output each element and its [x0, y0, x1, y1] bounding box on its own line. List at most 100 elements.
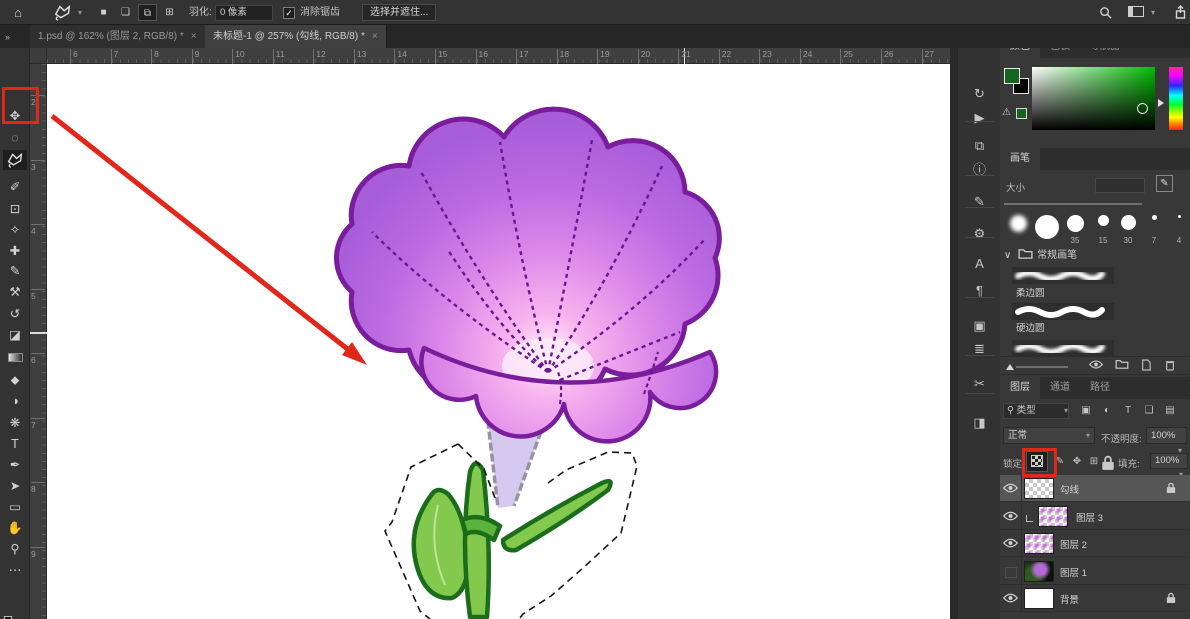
feather-input[interactable]: 0 像素 — [215, 5, 273, 21]
add-selection-button[interactable]: ❏ — [116, 4, 135, 21]
layer-row[interactable]: 勾线 — [1000, 475, 1190, 502]
gamut-warning-icon[interactable]: ⚠ — [1002, 107, 1011, 118]
brush-item[interactable]: 柔边圆 — [1016, 287, 1114, 301]
comments-panel-icon[interactable]: ◨ — [958, 412, 1001, 434]
close-tab-icon[interactable]: × — [191, 31, 197, 42]
tool-preset-caret-icon[interactable]: ▾ — [74, 0, 86, 25]
hand-tool[interactable]: ✋ — [3, 518, 27, 538]
lasso-tool[interactable] — [3, 150, 27, 170]
lock-all-button[interactable] — [1100, 455, 1116, 471]
ruler-origin-corner[interactable] — [30, 48, 47, 64]
eraser-tool[interactable]: ◪ — [3, 325, 27, 345]
subtract-selection-button[interactable]: ⧉ — [138, 4, 157, 21]
filter-shape-layers-icon[interactable]: ❏ — [1141, 403, 1157, 419]
search-icon[interactable] — [1095, 0, 1115, 25]
properties-panel-icon[interactable]: ≣ — [958, 338, 1001, 360]
adjustments-panel-icon[interactable]: ✂ — [958, 373, 1001, 395]
tab-layers[interactable]: 图层 — [1000, 377, 1040, 399]
layer-visibility-toggle[interactable] — [1000, 585, 1022, 612]
marquee-tool[interactable]: ◌ — [3, 128, 27, 148]
brush-preset[interactable] — [1034, 213, 1060, 245]
close-tab-icon[interactable]: × — [372, 31, 378, 42]
layer-thumbnail[interactable] — [1024, 533, 1054, 554]
brush-stroke-thumb[interactable] — [1012, 303, 1114, 320]
delete-brush-icon[interactable] — [1162, 359, 1178, 374]
brush-preset[interactable]: 35 — [1062, 213, 1088, 245]
healing-brush-tool[interactable]: ✚ — [3, 241, 27, 261]
live-tip-preview-icon[interactable] — [1088, 359, 1104, 374]
character-panel-icon[interactable]: A — [958, 253, 1001, 275]
libraries-panel-icon[interactable]: ▣ — [958, 315, 1001, 337]
smudge-tool[interactable]: ❋ — [3, 413, 27, 433]
hue-slider[interactable] — [1169, 67, 1183, 130]
more-tools[interactable]: ⋯ — [3, 560, 27, 580]
document-canvas[interactable] — [47, 64, 950, 619]
history-brush-tool[interactable]: ↺ — [3, 304, 27, 324]
select-and-mask-button[interactable]: 选择并遮住... — [362, 4, 436, 21]
layer-filter-dropdown[interactable]: ⚲ 类型▾ — [1003, 403, 1069, 419]
tab-brushes[interactable]: 画笔 — [1000, 148, 1040, 170]
clone-source-panel-icon[interactable]: ⧉ — [958, 135, 1001, 157]
brush-item[interactable]: 硬边圆 — [1016, 322, 1114, 336]
shape-tool[interactable]: ▭ — [3, 497, 27, 517]
vertical-ruler[interactable]: 23456789 — [30, 64, 47, 619]
blend-mode-dropdown[interactable]: 正常▾ — [1003, 427, 1095, 444]
brush-preset[interactable]: 7 — [1141, 213, 1167, 245]
new-selection-button[interactable]: ■ — [94, 4, 113, 21]
new-brush-icon[interactable] — [1138, 359, 1154, 374]
brush-folder-row[interactable]: ∨ 常规画笔 — [1004, 247, 1077, 264]
brush-preset[interactable]: 30 — [1115, 213, 1141, 245]
layer-thumbnail[interactable] — [1024, 478, 1054, 499]
layer-row[interactable]: 图层 3 — [1000, 503, 1190, 530]
saturation-field[interactable] — [1032, 67, 1155, 130]
brush-stroke-thumb[interactable] — [1012, 267, 1114, 284]
paragraph-panel-icon[interactable]: ¶ — [958, 280, 1001, 302]
opacity-dropdown[interactable]: 100%▾ — [1146, 427, 1187, 444]
dodge-tool[interactable]: ◑ — [3, 391, 27, 411]
brush-size-input[interactable] — [1095, 178, 1145, 193]
filter-adjustment-layers-icon[interactable]: ◐ — [1099, 403, 1115, 419]
tool-presets-panel-icon[interactable]: ⚙ — [958, 223, 1001, 245]
layer-thumbnail[interactable] — [1038, 506, 1068, 527]
horizontal-ruler[interactable]: 6789101112131415161718192021222324252627 — [47, 48, 950, 64]
zoom-tool[interactable]: ⚲ — [3, 539, 27, 559]
intersect-selection-button[interactable]: ⊞ — [160, 4, 179, 21]
pen-tool[interactable]: ✒ — [3, 455, 27, 475]
workspace-icon[interactable] — [1125, 0, 1147, 25]
home-icon[interactable]: ⌂ — [8, 0, 28, 25]
layer-thumbnail[interactable] — [1024, 588, 1054, 609]
panel-foreground-swatch[interactable] — [1004, 68, 1020, 84]
filter-type-layers-icon[interactable]: T — [1120, 403, 1136, 419]
workspace-caret-icon[interactable]: ▾ — [1148, 0, 1158, 25]
layer-row[interactable]: 图层 1 — [1000, 558, 1190, 585]
layer-visibility-toggle[interactable] — [1000, 558, 1022, 585]
layer-visibility-toggle[interactable] — [1000, 475, 1022, 502]
filter-smart-objects-icon[interactable]: ▤ — [1162, 403, 1178, 419]
color-picker-cursor[interactable] — [1137, 103, 1148, 114]
brush-preview-toggle-icon[interactable]: ✎ — [1156, 175, 1173, 192]
actions-panel-icon[interactable]: ▶ — [958, 107, 1001, 129]
tab-channels[interactable]: 通道 — [1040, 377, 1080, 399]
brush-settings-panel-icon[interactable]: ✎ — [958, 191, 1001, 213]
brush-preset[interactable] — [1005, 213, 1031, 245]
info-panel-icon[interactable]: ⓘ — [958, 159, 1001, 181]
document-tab-1[interactable]: 1.psd @ 162% (图层 2, RGB/8) *× — [30, 25, 206, 48]
toolbar-expand-icon[interactable]: » — [5, 32, 10, 42]
antialias-checkbox[interactable]: ✓ — [283, 7, 295, 19]
tab-paths[interactable]: 路径 — [1080, 377, 1120, 399]
layer-visibility-toggle[interactable] — [1000, 530, 1022, 557]
layer-visibility-toggle[interactable] — [1000, 503, 1022, 530]
folder-expand-icon[interactable]: ∨ — [1004, 250, 1011, 261]
lock-position-icon[interactable]: ✥ — [1069, 454, 1085, 470]
blur-tool[interactable]: ⬥ — [3, 370, 27, 390]
new-group-icon[interactable] — [1114, 359, 1130, 374]
type-tool[interactable]: T — [3, 434, 27, 454]
brush-stroke-thumb[interactable] — [1012, 340, 1114, 357]
history-panel-icon[interactable]: ↻ — [958, 83, 1001, 105]
brush-size-slider[interactable] — [1004, 203, 1142, 205]
clone-stamp-tool[interactable]: ⚒ — [3, 282, 27, 302]
quick-selection-tool[interactable]: ✐ — [3, 177, 27, 197]
lasso-tool-icon[interactable] — [50, 0, 74, 25]
path-select-tool[interactable]: ➤ — [3, 476, 27, 496]
document-tab-2[interactable]: 未标题-1 @ 257% (勾线, RGB/8) *× — [205, 25, 387, 48]
